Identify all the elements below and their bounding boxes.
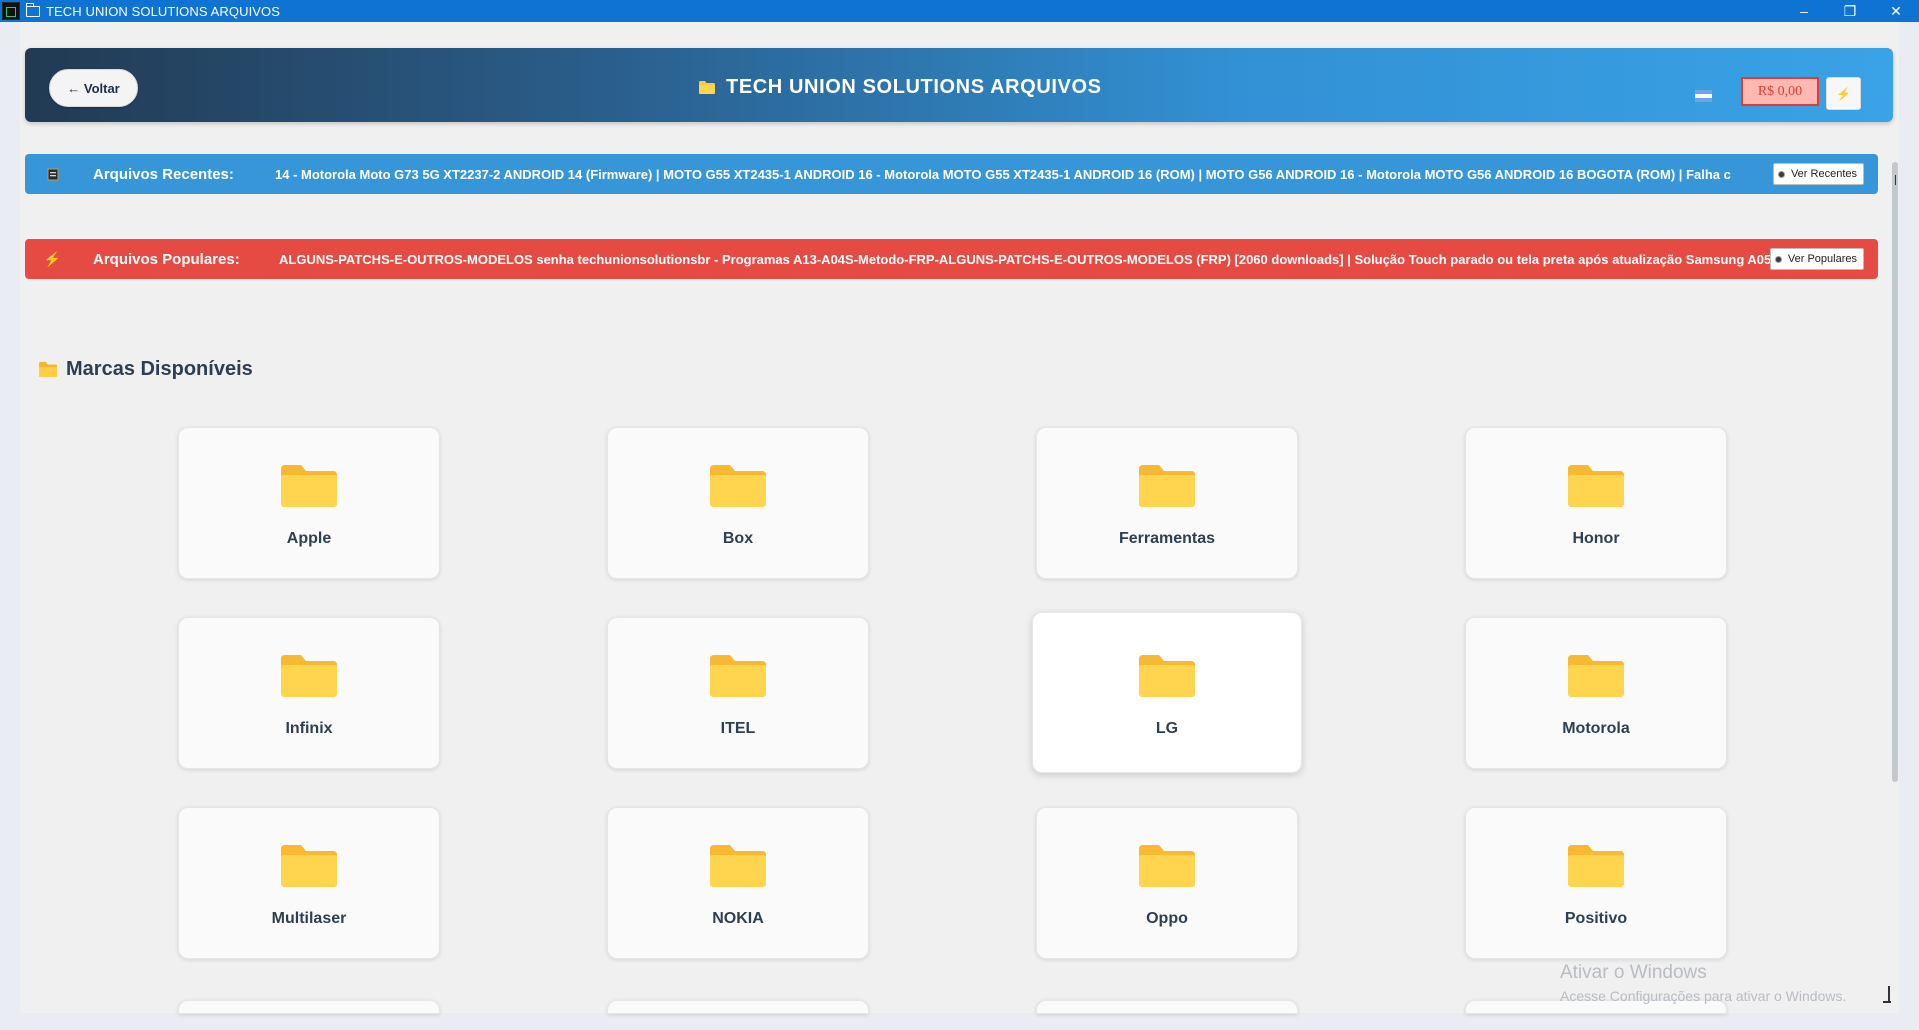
bolt-icon: ⚡ bbox=[43, 250, 62, 267]
recent-files-label: Arquivos Recentes: bbox=[93, 165, 234, 183]
brand-card-nokia[interactable]: NOKIA bbox=[607, 807, 869, 959]
brand-card-label: Infinix bbox=[285, 720, 333, 737]
scrollbar-up-marker[interactable] bbox=[1895, 175, 1896, 185]
bolt-button[interactable]: ⚡ bbox=[1826, 77, 1861, 110]
app-client-area: ← Voltar TECH UNION SOLUTIONS ARQUIVOS R… bbox=[20, 22, 1899, 1014]
app-icon bbox=[2, 2, 20, 20]
page-title: TECH UNION SOLUTIONS ARQUIVOS bbox=[698, 76, 1102, 99]
view-popular-button[interactable]: Ver Populares bbox=[1769, 248, 1864, 270]
brand-card-label: Multilaser bbox=[271, 910, 347, 927]
page-title-text: TECH UNION SOLUTIONS ARQUIVOS bbox=[726, 76, 1102, 98]
brand-card-multilaser[interactable]: Multilaser bbox=[178, 807, 440, 959]
close-button[interactable]: ✕ bbox=[1873, 0, 1919, 22]
brand-card-label: Motorola bbox=[1562, 720, 1630, 737]
window-titlebar: TECH UNION SOLUTIONS ARQUIVOS – ❐ ✕ bbox=[0, 0, 1919, 22]
window-controls: – ❐ ✕ bbox=[1781, 0, 1919, 22]
brand-card-label: LG bbox=[1155, 720, 1179, 737]
radio-dot-icon bbox=[1774, 255, 1782, 263]
folder-icon bbox=[1137, 843, 1197, 894]
restore-button[interactable]: ❐ bbox=[1827, 0, 1873, 22]
window-title: TECH UNION SOLUTIONS ARQUIVOS bbox=[46, 3, 281, 19]
folder-icon bbox=[1566, 843, 1626, 894]
brand-card-label: Ferramentas bbox=[1118, 530, 1216, 547]
section-title: Marcas Disponíveis bbox=[38, 358, 253, 381]
balance-display: R$ 0,00 bbox=[1741, 77, 1819, 106]
view-recent-label: Ver Recentes bbox=[1790, 168, 1857, 180]
windows-activation-watermark: Ativar o Windows Acesse Configurações pa… bbox=[1560, 962, 1846, 1004]
brand-card-label: Positivo bbox=[1564, 910, 1628, 927]
view-recent-button[interactable]: Ver Recentes bbox=[1772, 163, 1864, 185]
brand-card-apple[interactable]: Apple bbox=[178, 427, 440, 579]
brand-card-partial[interactable] bbox=[1036, 1000, 1298, 1014]
brand-card-label: Box bbox=[722, 530, 754, 547]
brand-card-infinix[interactable]: Infinix bbox=[178, 617, 440, 769]
brand-card-honor[interactable]: Honor bbox=[1465, 427, 1727, 579]
folder-icon bbox=[279, 653, 339, 704]
folder-icon bbox=[699, 81, 715, 94]
flag-icon bbox=[1695, 90, 1712, 102]
brand-card-itel[interactable]: ITEL bbox=[607, 617, 869, 769]
watermark-title: Ativar o Windows bbox=[1560, 962, 1707, 983]
brand-card-label: Honor bbox=[1572, 530, 1620, 547]
brand-card-label: NOKIA bbox=[712, 910, 764, 927]
popular-files-ticker: ⚡ Arquivos Populares: ALGUNS-PATCHS-E-OU… bbox=[25, 239, 1878, 279]
folder-icon bbox=[25, 2, 40, 17]
folder-icon bbox=[708, 653, 768, 704]
folder-icon bbox=[1566, 653, 1626, 704]
popular-files-label: Arquivos Populares: bbox=[93, 250, 240, 268]
folder-icon bbox=[708, 843, 768, 894]
folder-icon bbox=[39, 362, 57, 377]
view-popular-label: Ver Populares bbox=[1787, 253, 1857, 265]
brand-card-label: ITEL bbox=[720, 720, 756, 737]
section-title-text: Marcas Disponíveis bbox=[66, 358, 253, 380]
brand-card-partial[interactable] bbox=[178, 1000, 440, 1014]
folder-icon bbox=[1137, 653, 1197, 704]
brand-card-box[interactable]: Box bbox=[607, 427, 869, 579]
recent-files-ticker: Arquivos Recentes: 14 - Motorola Moto G7… bbox=[25, 154, 1878, 194]
resize-grip[interactable] bbox=[1888, 986, 1890, 1002]
clipboard-icon bbox=[45, 168, 60, 181]
brand-card-ferramentas[interactable]: Ferramentas bbox=[1036, 427, 1298, 579]
app-header: ← Voltar TECH UNION SOLUTIONS ARQUIVOS R… bbox=[25, 48, 1893, 122]
brand-card-label: Apple bbox=[286, 530, 332, 547]
back-button[interactable]: ← Voltar bbox=[49, 69, 138, 107]
brand-card-label: Oppo bbox=[1146, 910, 1188, 927]
recent-files-marquee[interactable]: 14 - Motorola Moto G73 5G XT2237-2 ANDRO… bbox=[275, 167, 1780, 182]
folder-icon bbox=[279, 463, 339, 514]
scrollbar-thumb[interactable] bbox=[1892, 162, 1898, 782]
folder-icon bbox=[279, 843, 339, 894]
brand-card-partial[interactable] bbox=[607, 1000, 869, 1014]
watermark-subtitle: Acesse Configurações para ativar o Windo… bbox=[1560, 988, 1847, 1004]
resize-grip-corner[interactable] bbox=[1883, 1001, 1891, 1003]
folder-icon bbox=[1137, 463, 1197, 514]
folder-icon bbox=[1566, 463, 1626, 514]
folder-icon bbox=[708, 463, 768, 514]
brand-card-oppo[interactable]: Oppo bbox=[1036, 807, 1298, 959]
radio-dot-icon bbox=[1777, 170, 1785, 178]
popular-files-marquee[interactable]: ALGUNS-PATCHS-E-OUTROS-MODELOS senha tec… bbox=[279, 252, 1774, 267]
minimize-button[interactable]: – bbox=[1781, 0, 1827, 22]
brand-card-positivo[interactable]: Positivo bbox=[1465, 807, 1727, 959]
brand-card-lg[interactable]: LG bbox=[1032, 612, 1302, 773]
brand-card-motorola[interactable]: Motorola bbox=[1465, 617, 1727, 769]
